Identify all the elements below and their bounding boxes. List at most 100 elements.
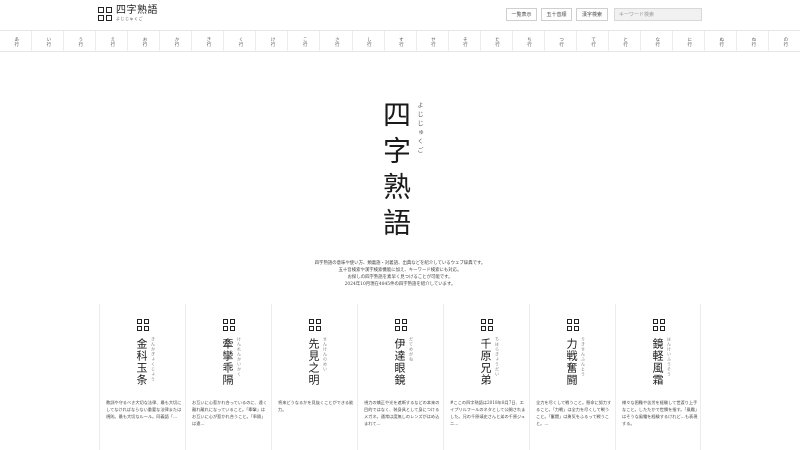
kana-nav-item[interactable]: あ行 — [0, 31, 33, 51]
logo-text: 四字熟語 よじじゅくご — [116, 6, 158, 21]
grid-icon — [395, 319, 407, 331]
logo-grid-icon — [98, 6, 112, 21]
kana-nav-item[interactable]: ね行 — [737, 31, 770, 51]
kana-nav-label: え行 — [109, 37, 115, 47]
logo-title: 四字熟語 — [116, 5, 158, 16]
kana-nav-item[interactable]: て行 — [577, 31, 609, 51]
idiom-description: 全力を尽くして戦うこと。懸命に努力すること。「力戦」は全力を尽くして戦うこと。「… — [536, 400, 612, 426]
kana-nav-item[interactable]: と行 — [609, 31, 641, 51]
idiom-card[interactable]: 金科玉条 きんかぎょくじょう教訓や守るべき大切な法律、最も大切にしてなければならな… — [99, 304, 185, 450]
kana-nav-label: た行 — [494, 37, 500, 47]
gojuon-button[interactable]: 五十音順 — [541, 8, 572, 21]
kana-nav-label: く行 — [238, 37, 244, 47]
kana-nav-label: な行 — [654, 37, 660, 47]
grid-icon — [567, 319, 579, 331]
kana-nav-label: う行 — [77, 37, 83, 47]
kana-nav-label: し行 — [366, 37, 372, 47]
idiom-word: 力戦奮闘 — [565, 338, 578, 386]
idiom-word: 先見之明 — [307, 338, 320, 386]
idiom-description: #ここの四字熟語は2018年8月7日、エイプリルフールのネタとして公開されました… — [450, 400, 526, 426]
idiom-word: 千原兄弟 — [479, 338, 492, 386]
kana-nav-item[interactable]: の行 — [769, 31, 800, 51]
grid-icon — [223, 319, 235, 331]
grid-icon — [309, 319, 321, 331]
idiom-card[interactable]: 伊達眼鏡 だてめがね視力の矯正や光を遮断するなどの本来の目的ではなく、装身具として… — [357, 304, 443, 450]
kana-nav-item[interactable]: た行 — [481, 31, 513, 51]
idiom-reading: けんれんかいかく — [237, 337, 242, 377]
kana-nav-item[interactable]: か行 — [160, 31, 193, 51]
idiom-reading: だてめがね — [409, 337, 414, 362]
kana-nav-label: け行 — [270, 37, 276, 47]
kana-nav-item[interactable]: え行 — [96, 31, 129, 51]
idiom-reading: はんけいふうそう — [667, 337, 672, 377]
idiom-reading: りきせんふんとう — [581, 337, 586, 377]
intro-line: お探しの四字熟語を素早く見つけることが可能です。 — [347, 275, 453, 280]
keyword-search-input[interactable]: キーワード検索 — [614, 8, 702, 21]
grid-icon — [653, 319, 665, 331]
idiom-description: 教訓や守るべき大切な法律、最も大切にしてなければならない重要な法律または規則。最… — [106, 400, 182, 419]
kana-nav-label: そ行 — [462, 37, 468, 47]
kana-nav-label: て行 — [590, 37, 596, 47]
kana-nav-item[interactable]: し行 — [353, 31, 385, 51]
logo-subtitle: よじじゅくご — [116, 16, 143, 21]
idiom-reading: せんけんのめい — [323, 337, 328, 372]
kana-nav-label: い行 — [45, 37, 51, 47]
kana-nav-item[interactable]: せ行 — [417, 31, 449, 51]
kana-nav-item[interactable]: ち行 — [513, 31, 545, 51]
kana-nav-label: す行 — [398, 37, 404, 47]
kana-nav-label: ち行 — [526, 37, 532, 47]
kana-nav-item[interactable]: ぬ行 — [705, 31, 738, 51]
kana-nav-item[interactable]: な行 — [641, 31, 673, 51]
kana-nav-item[interactable]: そ行 — [449, 31, 481, 51]
idiom-description: 将来どうなるかを見抜くことができる能力。 — [278, 400, 354, 412]
kana-nav-item[interactable]: い行 — [32, 31, 65, 51]
kana-nav-item[interactable]: け行 — [256, 31, 289, 51]
grid-icon — [481, 319, 493, 331]
idiom-card[interactable]: 千原兄弟 ちはらきょうだい #ここの四字熟語は2018年8月7日、エイプリルフールの… — [443, 304, 529, 450]
kana-nav-item[interactable]: つ行 — [545, 31, 577, 51]
kana-nav-item[interactable]: こ行 — [288, 31, 321, 51]
idiom-card[interactable]: 鏡軽風霜 はんけいふうそう 様々な困難や苦労を経験して世渡り上手なこと。したたかで世… — [615, 304, 701, 450]
idiom-description: お互いに心惹かれ合っているのに、遠く離れ離れになっていること。「牽攣」はお互いに… — [192, 400, 268, 426]
idiom-word: 鏡軽風霜 — [651, 338, 664, 386]
kanji-search-button[interactable]: 漢字検索 — [576, 8, 608, 21]
kana-nav-item[interactable]: き行 — [192, 31, 225, 51]
kana-nav-label: に行 — [686, 37, 692, 47]
grid-icon — [137, 319, 149, 331]
kana-nav-item[interactable]: に行 — [673, 31, 706, 51]
intro-line: 2024年10月現在4845件の四字熟語を紹介しています。 — [344, 282, 456, 287]
kana-nav-label: こ行 — [302, 37, 308, 47]
kana-nav-label: つ行 — [558, 37, 564, 47]
hero-title: 四字熟語 — [379, 100, 412, 244]
idiom-word: 牽攣乖隔 — [221, 338, 234, 386]
idiom-card[interactable]: 力戦奮闘 りきせんふんとう全力を尽くして戦うこと。懸命に努力すること。「力戦」は全… — [529, 304, 615, 450]
idiom-card-list: 金科玉条 きんかぎょくじょう教訓や守るべき大切な法律、最も大切にしてなければならな… — [99, 304, 701, 450]
idiom-word: 金科玉条 — [135, 338, 148, 386]
idiom-card[interactable]: 先見之明 せんけんのめい将来どうなるかを見抜くことができる能力。 — [271, 304, 357, 450]
site-header: 四字熟語 よじじゅくご 一覧表示 五十音順 漢字検索 キーワード検索 — [0, 0, 800, 30]
kana-nav-item[interactable]: く行 — [224, 31, 257, 51]
kana-nav-item[interactable]: う行 — [64, 31, 97, 51]
list-view-button[interactable]: 一覧表示 — [506, 8, 537, 21]
kana-nav-item[interactable]: さ行 — [320, 31, 353, 51]
idiom-reading: きんかぎょくじょう — [151, 337, 156, 382]
intro-text: 四字熟語の意味や使い方、類義語・対義語、出典などを紹介しているウェブ辞典です。 … — [250, 260, 550, 288]
kana-nav-item[interactable]: お行 — [128, 31, 161, 51]
kana-nav-label: あ行 — [13, 37, 19, 47]
kana-nav-label: せ行 — [430, 37, 436, 47]
kana-nav-label: か行 — [174, 37, 179, 47]
kana-nav-label: ぬ行 — [718, 37, 724, 47]
idiom-card[interactable]: 牽攣乖隔 けんれんかいかくお互いに心惹かれ合っているのに、遠く離れ離れになっている… — [185, 304, 271, 450]
site-logo[interactable]: 四字熟語 よじじゅくご — [98, 6, 158, 21]
kana-nav-label: と行 — [622, 37, 628, 47]
kana-navigation: あ行 い行 う行 え行 お行 か行 き行 く行 け行 こ行 さ行 し行 す行 せ行 そ行 た行 ち行 つ行 て行 と行… — [0, 30, 800, 52]
kana-nav-label: さ行 — [334, 37, 340, 47]
kana-nav-item[interactable]: す行 — [385, 31, 417, 51]
idiom-description: 視力の矯正や光を遮断するなどの本来の目的ではなく、装身具として身につけるメガネ。… — [364, 400, 440, 426]
idiom-word: 伊達眼鏡 — [393, 338, 406, 386]
intro-line: 五十音検索や漢字検索機能に加え、キーワード検索にも対応。 — [338, 268, 462, 273]
kana-nav-label: お行 — [141, 37, 147, 47]
kana-nav-label: ね行 — [750, 37, 756, 47]
idiom-reading: ちはらきょうだい — [495, 337, 500, 377]
hero-ruby: よじじゅくご — [416, 102, 423, 156]
